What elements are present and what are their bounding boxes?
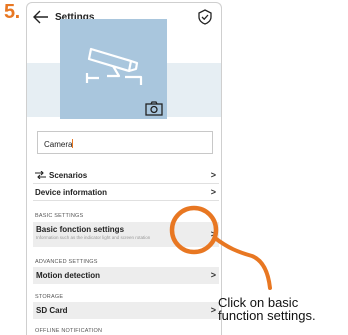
instruction-caption: Click on basic function settings. xyxy=(218,296,316,322)
chevron-right-icon: > xyxy=(210,229,216,239)
camera-image xyxy=(60,19,167,119)
menu-item-sd-card[interactable]: SD Card > xyxy=(33,302,219,319)
section-storage: STORAGE xyxy=(35,294,64,300)
text-caret xyxy=(72,139,74,148)
section-basic-settings: BASIC SETTINGS xyxy=(35,213,84,219)
scenarios-row-label: Scenarios xyxy=(35,171,87,180)
sd-card-label: SD Card xyxy=(36,306,68,315)
menu-item-basic-settings[interactable]: Basic fonction settings Information such… xyxy=(33,222,219,247)
section-advanced-settings: ADVANCED SETTINGS xyxy=(35,259,98,265)
device-info-label: Device information xyxy=(35,188,108,197)
chevron-right-icon: > xyxy=(210,187,216,197)
callout-line xyxy=(213,236,272,290)
scenarios-icon xyxy=(35,171,46,179)
chevron-right-icon: > xyxy=(210,170,216,180)
motion-detection-label: Motion detection xyxy=(36,271,100,280)
phone-screen: Settings Camera Scenarios > Device infor… xyxy=(26,2,222,335)
arrow-left-icon[interactable] xyxy=(33,10,49,24)
menu-item-motion-detection[interactable]: Motion detection > xyxy=(33,267,219,284)
step-number: 5. xyxy=(4,1,20,23)
section-offline-notification: OFFLINE NOTIFICATION xyxy=(35,328,103,334)
scenarios-label: Scenarios xyxy=(49,171,88,180)
camera-name-value: Camera xyxy=(44,140,73,149)
camera-name-input[interactable]: Camera xyxy=(37,131,213,154)
security-camera-icon xyxy=(85,47,143,85)
basic-settings-label: Basic fonction settings xyxy=(36,225,125,234)
menu-item-device-information[interactable]: Device information > xyxy=(33,185,219,201)
chevron-right-icon: > xyxy=(210,270,216,280)
basic-settings-description: Information such as the indicator light … xyxy=(36,235,151,240)
shield-check-icon[interactable] xyxy=(197,9,213,25)
chevron-right-icon: > xyxy=(210,305,216,315)
camera-icon[interactable] xyxy=(145,101,163,116)
caption-line-2: function settings. xyxy=(218,308,316,323)
menu-item-scenarios[interactable]: Scenarios > xyxy=(33,168,219,184)
